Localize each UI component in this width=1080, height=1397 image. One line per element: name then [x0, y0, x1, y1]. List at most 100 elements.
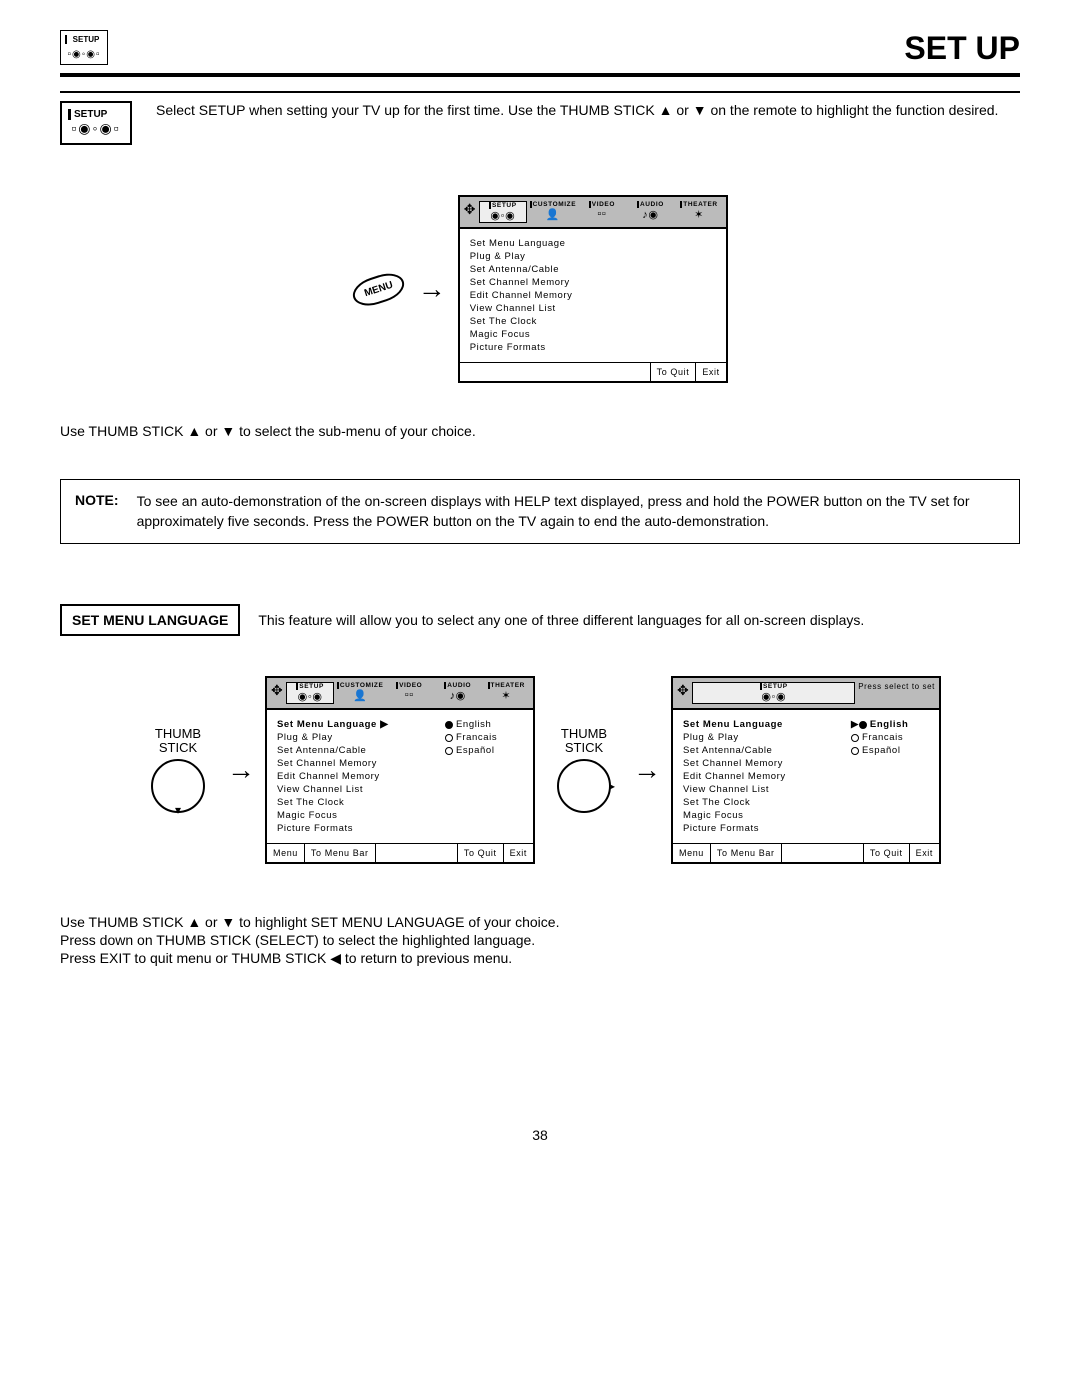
osd-footer-menu: Menu [673, 844, 711, 862]
osd-footer-exit: Exit [504, 844, 533, 862]
setup-icon-small: SETUP ▫◉◦◉▫ [60, 30, 108, 65]
osd-step2: ✥ SETUP◉◦◉ Press select to set Set Menu … [671, 676, 941, 864]
osd-item: Set Channel Memory [683, 757, 851, 770]
lang-opt: ▶English [851, 718, 929, 731]
arrow-right-icon: → [418, 275, 446, 303]
osd-step1: ✥ SETUP◉◦◉ CUSTOMIZE👤 VIDEO▫▫ AUDIO♪◉ TH… [265, 676, 535, 864]
page-title: Set Up [904, 30, 1020, 67]
osd-item: Edit Channel Memory [683, 770, 851, 783]
setup-icon-label: SETUP [65, 35, 103, 44]
osd-item: View Channel List [277, 783, 445, 796]
lang-opt: Español [445, 744, 523, 757]
osd-item: Magic Focus [470, 328, 716, 341]
osd-item: Picture Formats [470, 341, 716, 354]
osd-body: Set Menu Language Plug & Play Set Antenn… [460, 229, 726, 362]
sub-instruction: Use THUMB STICK ▲ or ▼ to select the sub… [60, 423, 1020, 439]
osd-footer-bar: To Menu Bar [305, 844, 376, 862]
osd-footer-quit: To Quit [458, 844, 504, 862]
osd-footer: To Quit Exit [460, 362, 726, 381]
osd-footer-spacer [782, 844, 864, 862]
osd-col-left: Set Menu Language Plug & Play Set Antenn… [683, 718, 851, 835]
nav-cross-icon: ✥ [271, 682, 283, 704]
page-number: 38 [60, 1127, 1020, 1143]
radio-selected-icon [859, 721, 867, 729]
osd-col-right: English Francais Español [445, 718, 523, 835]
osd-hint: Press select to set [858, 682, 935, 704]
osd-item: Plug & Play [683, 731, 851, 744]
osd-footer-exit: Exit [910, 844, 939, 862]
osd-body: Set Menu Language ▶ Plug & Play Set Ante… [267, 710, 533, 843]
osd-footer-spacer [460, 363, 651, 381]
section-header: SET MENU LANGUAGE This feature will allo… [60, 604, 1020, 636]
osd-tab-bar: ✥ SETUP◉◦◉ CUSTOMIZE👤 VIDEO▫▫ AUDIO♪◉ TH… [267, 678, 533, 710]
rule-thick [60, 73, 1020, 77]
arrow-right-icon: → [227, 756, 255, 784]
osd-footer-spacer [376, 844, 458, 862]
instructions-block: Use THUMB STICK ▲ or ▼ to highlight SET … [60, 914, 1020, 967]
arrow-right-icon: ▶ [851, 719, 859, 730]
osd-item: Set Channel Memory [277, 757, 445, 770]
section-desc: This feature will allow you to select an… [258, 612, 864, 628]
lang-opt: English [445, 718, 523, 731]
nav-cross-icon: ✥ [677, 682, 689, 704]
setup-tab-icon: ◉◦◉ [298, 690, 323, 703]
instruction-line: Use THUMB STICK ▲ or ▼ to highlight SET … [60, 914, 1020, 930]
osd-footer-menu: Menu [267, 844, 305, 862]
osd-tab-customize: CUSTOMIZE👤 [337, 682, 384, 704]
osd-item: Edit Channel Memory [277, 770, 445, 783]
osd-body: Set Menu Language Plug & Play Set Antenn… [673, 710, 939, 843]
setup-icon-big-label: SETUP [68, 109, 124, 120]
osd-item: Magic Focus [277, 809, 445, 822]
lang-opt: Español [851, 744, 929, 757]
setup-icon-big: SETUP ▫◉◦◉▫ [60, 101, 132, 145]
radio-selected-icon [445, 721, 453, 729]
thumb-stick-label: THUMBSTICK [139, 727, 217, 756]
osd-tab-setup: SETUP◉◦◉ [479, 201, 527, 223]
osd-tab-theater: THEATER✶ [484, 682, 530, 704]
osd-item: Edit Channel Memory [470, 289, 716, 302]
osd-item: Set Menu Language ▶ [277, 718, 445, 731]
osd-tab-video: VIDEO▫▫ [386, 682, 432, 704]
radio-icon [445, 747, 453, 755]
page-header: SETUP ▫◉◦◉▫ Set Up [60, 30, 1020, 67]
osd-footer-bar: To Menu Bar [711, 844, 782, 862]
radio-icon [851, 747, 859, 755]
audio-tab-icon: ♪◉ [642, 208, 658, 221]
osd-item: Plug & Play [277, 731, 445, 744]
osd-item: Picture Formats [683, 822, 851, 835]
instruction-line: Press down on THUMB STICK (SELECT) to se… [60, 932, 1020, 948]
intro-text: Select SETUP when setting your TV up for… [156, 101, 998, 119]
arrow-right-icon: → [633, 756, 661, 784]
osd-item: Picture Formats [277, 822, 445, 835]
intro-row: SETUP ▫◉◦◉▫ Select SETUP when setting yo… [60, 101, 1020, 145]
lang-opt: Francais [851, 731, 929, 744]
osd-tab-video: VIDEO▫▫ [579, 201, 625, 223]
osd-tab-bar: ✥ SETUP◉◦◉ CUSTOMIZE👤 VIDEO▫▫ AUDIO♪◉ TH… [460, 197, 726, 229]
osd-item: Plug & Play [470, 250, 716, 263]
setup-icon-big-graphic: ▫◉◦◉▫ [71, 120, 120, 136]
customize-tab-icon: 👤 [546, 208, 560, 221]
osd-footer-quit: To Quit [864, 844, 910, 862]
menu-button-icon: MENU [349, 268, 408, 310]
osd-item: Magic Focus [683, 809, 851, 822]
osd-tab-setup: SETUP◉◦◉ [286, 682, 334, 704]
menu-figure: MENU → ✥ SETUP◉◦◉ CUSTOMIZE👤 VIDEO▫▫ AUD… [60, 195, 1020, 383]
instruction-line: Press EXIT to quit menu or THUMB STICK ◀… [60, 950, 1020, 967]
osd-col-right: ▶English Francais Español [851, 718, 929, 835]
rule-thin [60, 91, 1020, 93]
osd-item: Set Channel Memory [470, 276, 716, 289]
note-text: To see an auto-demonstration of the on-s… [137, 492, 1005, 531]
osd-footer: Menu To Menu Bar To Quit Exit [267, 843, 533, 862]
osd-tab-customize: CUSTOMIZE👤 [530, 201, 577, 223]
thumb-stick-icon [151, 759, 205, 813]
osd-footer-quit: To Quit [651, 363, 697, 381]
osd-item: Set The Clock [683, 796, 851, 809]
osd-col-left: Set Menu Language ▶ Plug & Play Set Ante… [277, 718, 445, 835]
osd-item: Set Antenna/Cable [683, 744, 851, 757]
nav-cross-icon: ✥ [464, 201, 476, 223]
osd-tab-setup: SETUP◉◦◉ [692, 682, 855, 704]
osd-item: View Channel List [470, 302, 716, 315]
video-tab-icon: ▫▫ [597, 208, 606, 220]
setup-icon-graphic: ▫◉◦◉▫ [67, 49, 100, 60]
osd-item: Set Menu Language [683, 718, 851, 731]
